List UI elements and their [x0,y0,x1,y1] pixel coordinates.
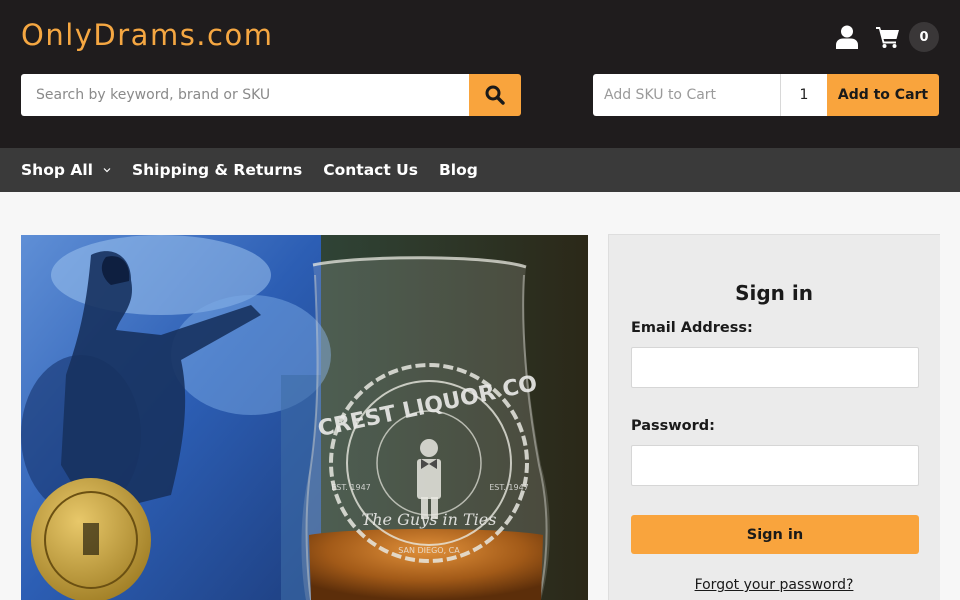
add-to-cart-button[interactable]: Add to Cart [827,74,939,116]
password-field[interactable] [631,445,919,486]
user-icon[interactable] [836,25,858,49]
sku-input[interactable] [593,74,780,116]
signin-button[interactable]: Sign in [631,515,919,554]
nav-item-shop-all[interactable]: Shop All [21,161,111,179]
nav-item-contact-us[interactable]: Contact Us [323,161,418,179]
search-icon [485,85,505,105]
forgot-password-link[interactable]: Forgot your password? [609,577,939,593]
nav-item-shipping-returns[interactable]: Shipping & Returns [132,161,302,179]
signin-title: Sign in [735,281,813,305]
seal-est-left: EST. 1947 [331,483,371,492]
cart-icon[interactable] [876,26,900,48]
chevron-down-icon [103,168,111,173]
site-logo[interactable]: OnlyDrams.com [21,18,273,52]
site-header: OnlyDrams.com 0 Add to Cart [0,0,960,148]
search-button[interactable] [469,74,521,116]
password-label: Password: [631,418,715,434]
seal-tagline-text: The Guys in Ties [362,510,497,529]
seal-est-right: EST. 1947 [489,483,529,492]
search-input[interactable] [21,74,470,116]
nav-item-label: Shop All [21,161,93,179]
quantity-input[interactable] [780,74,827,116]
main-nav: Shop All Shipping & Returns Contact Us B… [0,148,960,192]
signin-panel: Sign in Email Address: Password: Sign in… [608,234,940,600]
seal-location-text: SAN DIEGO, CA [398,546,460,555]
cart-count-badge[interactable]: 0 [909,22,939,52]
email-field[interactable] [631,347,919,388]
hero-image: CREST LIQUOR CO The Guys in Ties EST. 19… [21,235,588,600]
email-label: Email Address: [631,320,753,336]
nav-item-blog[interactable]: Blog [439,161,478,179]
hero-photo: CREST LIQUOR CO The Guys in Ties EST. 19… [21,235,588,600]
